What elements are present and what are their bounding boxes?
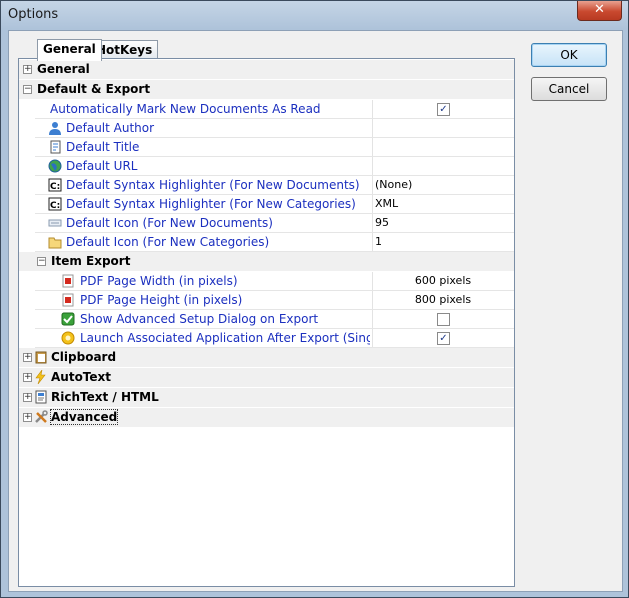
property-name: Default Author <box>66 121 155 135</box>
collapse-icon[interactable]: − <box>37 257 46 266</box>
property-name: Automatically Mark New Documents As Read <box>50 102 321 116</box>
checklist-icon <box>61 312 75 326</box>
property-row[interactable]: Default Title <box>19 138 514 157</box>
collapse-icon[interactable]: − <box>23 85 32 94</box>
group-label: General <box>37 62 90 76</box>
title-bar[interactable]: Options ✕ <box>1 1 628 29</box>
property-value[interactable]: 95 <box>375 216 389 229</box>
expand-icon[interactable]: + <box>23 65 32 74</box>
expand-icon[interactable]: + <box>23 373 32 382</box>
property-row[interactable]: PDF Page Height (in pixels) 800 pixels <box>19 291 514 310</box>
lightning-icon <box>35 370 46 384</box>
window-title: Options <box>8 7 59 22</box>
property-grid: + General − Default & Export Automatical… <box>18 58 515 587</box>
group-advanced[interactable]: + Advanced <box>19 408 514 427</box>
dialog-client-area: General HotKeys OK Cancel + General − De… <box>8 30 623 592</box>
group-label: AutoText <box>51 370 112 384</box>
gear-icon <box>61 331 75 345</box>
property-row[interactable]: C: Default Syntax Highlighter (For New C… <box>19 195 514 214</box>
property-row[interactable]: Default Author <box>19 119 514 138</box>
show-setup-dialog-checkbox[interactable] <box>437 313 450 326</box>
expand-icon[interactable]: + <box>23 413 32 422</box>
group-default-export[interactable]: − Default & Export <box>19 80 514 99</box>
property-row[interactable]: C: Default Syntax Highlighter (For New D… <box>19 176 514 195</box>
options-window: Options ✕ General HotKeys OK Cancel + Ge… <box>0 0 629 598</box>
property-value[interactable]: 1 <box>375 235 382 248</box>
group-label: Default & Export <box>37 82 151 96</box>
group-item-export[interactable]: − Item Export <box>19 252 514 271</box>
svg-text:C:: C: <box>50 201 60 211</box>
code-file-icon: C: <box>48 197 62 211</box>
pdf-icon <box>62 293 74 307</box>
close-button[interactable]: ✕ <box>577 1 622 21</box>
group-label: RichText / HTML <box>51 390 159 404</box>
svg-text:C:: C: <box>50 182 60 192</box>
title-document-icon <box>50 140 61 154</box>
property-row[interactable]: PDF Page Width (in pixels) 600 pixels <box>19 272 514 291</box>
property-name: Launch Associated Application After Expo… <box>80 331 370 345</box>
globe-icon <box>48 159 62 173</box>
cancel-button[interactable]: Cancel <box>531 77 607 101</box>
property-row[interactable]: Show Advanced Setup Dialog on Export <box>19 310 514 329</box>
expand-icon[interactable]: + <box>23 353 32 362</box>
tools-icon <box>35 410 48 423</box>
group-label: Advanced <box>49 409 119 425</box>
rich-document-icon <box>35 390 47 404</box>
property-value[interactable]: (None) <box>375 178 412 191</box>
launch-app-checkbox[interactable]: ✓ <box>437 332 450 345</box>
clipboard-icon <box>35 351 47 364</box>
group-label: Clipboard <box>51 350 117 364</box>
property-row[interactable]: Launch Associated Application After Expo… <box>19 329 514 348</box>
property-name: PDF Page Height (in pixels) <box>80 293 243 307</box>
property-value[interactable]: 800 pixels <box>373 293 513 306</box>
code-file-icon: C: <box>48 178 62 192</box>
property-name: Default Syntax Highlighter (For New Cate… <box>66 197 356 211</box>
group-label: Item Export <box>51 254 131 268</box>
user-icon <box>49 122 61 135</box>
property-row[interactable]: Default URL <box>19 157 514 176</box>
property-value[interactable]: 600 pixels <box>373 274 513 287</box>
property-name: Default Icon (For New Categories) <box>66 235 270 249</box>
property-name: Default Title <box>66 140 140 154</box>
property-row[interactable]: Automatically Mark New Documents As Read… <box>19 100 514 119</box>
group-general[interactable]: + General <box>19 60 514 79</box>
property-name: Default URL <box>66 159 138 173</box>
document-icon <box>48 219 62 227</box>
property-value[interactable]: XML <box>375 197 398 210</box>
group-clipboard[interactable]: + Clipboard <box>19 348 514 367</box>
mark-read-checkbox[interactable]: ✓ <box>437 103 450 116</box>
group-autotext[interactable]: + AutoText <box>19 368 514 387</box>
expand-icon[interactable]: + <box>23 393 32 402</box>
property-name: Default Icon (For New Documents) <box>66 216 273 230</box>
property-row[interactable]: Default Icon (For New Documents) 95 <box>19 214 514 233</box>
folder-icon <box>48 237 62 249</box>
property-row[interactable]: Default Icon (For New Categories) 1 <box>19 233 514 252</box>
group-richtext[interactable]: + RichText / HTML <box>19 388 514 407</box>
tab-general[interactable]: General <box>37 39 102 61</box>
property-name: Show Advanced Setup Dialog on Export <box>80 312 319 326</box>
ok-button[interactable]: OK <box>531 43 607 67</box>
property-name: PDF Page Width (in pixels) <box>80 274 238 288</box>
pdf-icon <box>62 274 74 288</box>
property-name: Default Syntax Highlighter (For New Docu… <box>66 178 360 192</box>
